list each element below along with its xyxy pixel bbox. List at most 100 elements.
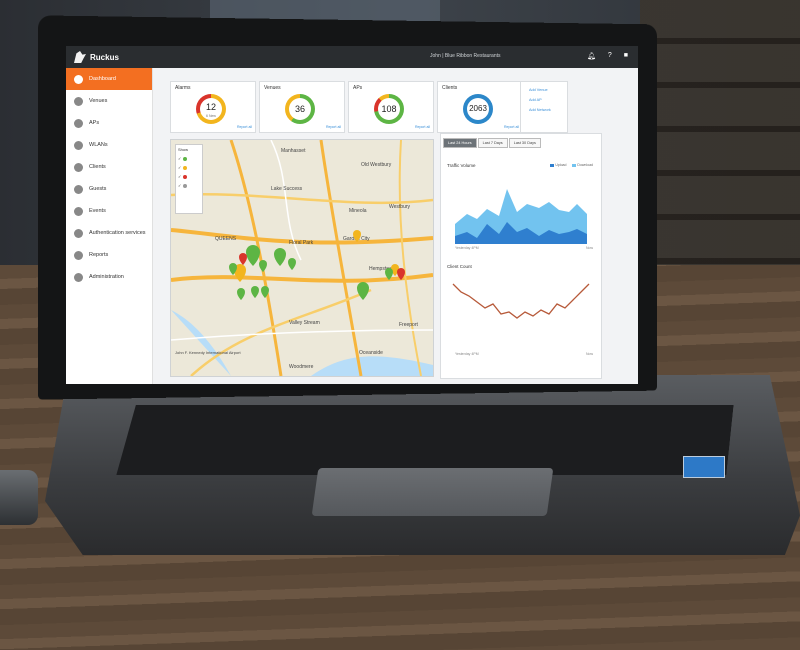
sidebar-item-venues[interactable]: Venues <box>66 90 152 112</box>
checkbox-icon[interactable]: ✓ <box>178 174 181 179</box>
bell-icon[interactable]: 🔔︎ <box>587 52 596 60</box>
person-icon <box>74 184 83 194</box>
sidebar-item-label: Administration <box>89 274 124 280</box>
laptop-touchpad <box>311 468 554 516</box>
tab-7-days[interactable]: Last 7 Days <box>477 138 508 148</box>
map-marker[interactable] <box>353 230 361 242</box>
traffic-legend: Upload Download <box>550 163 593 167</box>
green-dot-icon <box>183 156 188 161</box>
checkbox-icon[interactable]: ✓ <box>178 165 181 170</box>
sidebar-item-events[interactable]: Events <box>66 200 152 222</box>
card-title: Alarms <box>175 85 191 91</box>
traffic-start-label: Yesterday 4PM <box>455 246 479 250</box>
user-account[interactable]: John | Blue Ribbon Restaurants <box>430 53 501 59</box>
sidebar-item-administration[interactable]: Administration <box>66 266 152 288</box>
clients-count: 2063 <box>469 104 487 113</box>
map-marker[interactable] <box>397 268 405 280</box>
background-shelf <box>640 0 800 265</box>
map-marker[interactable] <box>385 268 393 280</box>
map-markers <box>229 230 405 300</box>
legend-row-grey[interactable]: ✓ <box>178 183 200 188</box>
traffic-chart-title: Traffic Volume <box>447 163 476 168</box>
sidebar-item-dashboard[interactable]: Dashboard <box>66 68 152 90</box>
sidebar-item-label: Reports <box>89 252 109 258</box>
laptop-keyboard <box>116 405 733 475</box>
add-ap-button[interactable]: Add AP <box>529 98 567 102</box>
tab-24-hours[interactable]: Last 24 Hours <box>443 138 477 148</box>
help-icon[interactable]: ? <box>608 52 612 60</box>
wrench-icon <box>74 272 83 282</box>
venues-count: 36 <box>294 104 305 114</box>
sidebar-item-label: Dashboard <box>89 76 116 82</box>
sidebar-item-clients[interactable]: Clients <box>66 156 152 178</box>
laptop-screen: Ruckus John | Blue Ribbon Restaurants 🔔︎… <box>66 46 638 384</box>
legend-row-yellow[interactable]: ✓ <box>178 165 200 170</box>
sidebar-item-label: Guests <box>89 186 107 192</box>
traffic-chart <box>455 189 587 244</box>
alarms-card[interactable]: Alarms 12 6 New Report all <box>170 81 256 133</box>
map-marker[interactable] <box>261 286 269 298</box>
aps-card[interactable]: APs 108 Report all <box>348 81 434 133</box>
clients-link[interactable]: Report all <box>504 125 519 129</box>
checkbox-icon[interactable]: ✓ <box>178 156 181 161</box>
quick-actions: Add Venue Add AP Add Network <box>520 81 568 133</box>
checkbox-icon[interactable]: ✓ <box>178 183 181 188</box>
brand-logo[interactable]: Ruckus <box>74 51 119 63</box>
map-marker[interactable] <box>251 286 259 298</box>
coffee-cup <box>0 470 38 525</box>
top-bar: Ruckus John | Blue Ribbon Restaurants 🔔︎… <box>66 46 638 68</box>
sidebar-item-label: Clients <box>89 164 106 170</box>
venues-map[interactable]: Manhasset Old Westbury Lake Success Mine… <box>170 139 434 377</box>
sidebar-item-label: APs <box>89 120 100 126</box>
sidebar-item-guests[interactable]: Guests <box>66 178 152 200</box>
client-end-label: Now <box>585 352 593 356</box>
tab-30-days[interactable]: Last 30 Days <box>508 138 541 148</box>
map-marker[interactable] <box>259 260 267 272</box>
sidebar-item-aps[interactable]: APs <box>66 112 152 134</box>
sidebar-item-label: Venues <box>89 98 108 104</box>
sidebar: Dashboard Venues APs WLANs Clients Guest… <box>66 68 153 384</box>
alarms-new: 6 New <box>206 114 216 118</box>
charts-panel: Last 24 Hours Last 7 Days Last 30 Days T… <box>440 133 602 379</box>
sidebar-item-label: Authentication services <box>89 230 146 236</box>
clients-card[interactable]: Clients 2063 Report all <box>437 81 523 133</box>
alarms-ring: 12 6 New <box>196 94 226 124</box>
map-marker[interactable] <box>357 282 369 300</box>
map-marker[interactable] <box>274 248 286 266</box>
add-network-button[interactable]: Add Network <box>529 108 567 112</box>
aps-link[interactable]: Report all <box>415 125 430 129</box>
user-icon[interactable]: ■ <box>624 52 628 60</box>
aps-count: 108 <box>381 104 397 114</box>
venues-card[interactable]: Venues 36 Report all <box>259 81 345 133</box>
top-icons: 🔔︎ ? ■ <box>587 52 628 60</box>
sidebar-item-wlans[interactable]: WLANs <box>66 134 152 156</box>
legend-row-green[interactable]: ✓ <box>178 156 200 161</box>
card-title: APs <box>353 85 363 91</box>
yellow-dot-icon <box>183 165 188 170</box>
legend-download: Download <box>572 163 593 167</box>
intel-sticker <box>683 456 725 478</box>
wifi-icon <box>74 140 83 150</box>
dashboard-main: Alarms 12 6 New Report all Venues 36 Rep… <box>162 76 632 379</box>
clients-ring: 2063 <box>463 94 493 124</box>
map-marker[interactable] <box>237 288 245 300</box>
client-chart-title: Client Count <box>447 264 472 269</box>
map-legend: Show ✓ ✓ ✓ ✓ <box>175 144 203 214</box>
dashboard-icon <box>74 74 83 84</box>
card-title: Venues <box>264 85 281 91</box>
map-marker[interactable] <box>239 253 247 265</box>
sidebar-item-reports[interactable]: Reports <box>66 244 152 266</box>
venues-ring: 36 <box>285 94 315 124</box>
grey-dot-icon <box>183 183 188 188</box>
venues-link[interactable]: Report all <box>326 125 341 129</box>
sidebar-item-authentication[interactable]: Authentication services <box>66 222 152 244</box>
device-icon <box>74 162 83 172</box>
add-venue-button[interactable]: Add Venue <box>529 88 567 92</box>
legend-row-red[interactable]: ✓ <box>178 174 200 179</box>
red-dot-icon <box>183 174 188 179</box>
map-marker[interactable] <box>288 258 296 270</box>
legend-title: Show <box>178 147 189 152</box>
alarms-link[interactable]: Report all <box>237 125 252 129</box>
legend-upload: Upload <box>550 163 566 167</box>
map-marker[interactable] <box>246 245 260 266</box>
